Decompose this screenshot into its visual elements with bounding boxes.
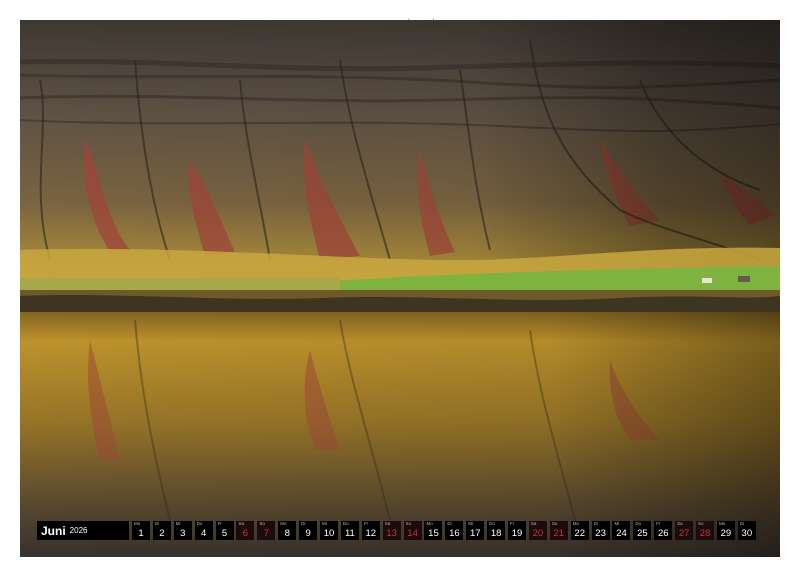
day-number: 30 (741, 527, 753, 539)
weekday-label: Mi (322, 521, 327, 526)
calendar-day: Di 2 (152, 521, 171, 540)
calendar-day: Fr 26 (654, 521, 673, 540)
day-number: 23 (595, 527, 606, 539)
weekday-label: Di (154, 521, 160, 526)
weekday-label: Di (447, 521, 452, 526)
calendar-day: So 14 (403, 521, 422, 540)
calendar-day: So 28 (696, 521, 715, 540)
day-number: 16 (449, 527, 460, 539)
calendar-day: Mo 8 (278, 521, 297, 540)
calendar-day: Fr 12 (361, 521, 380, 540)
calendar-strip: Juni 2026 Mo 1 Di 2 Mi 3 Do 4 Fr 5 Sa 6 So 7 Mo 8 Di 9 Mi 1… (37, 521, 763, 540)
month-year: 2026 (69, 526, 88, 535)
day-number: 20 (532, 527, 544, 539)
day-number: 27 (678, 527, 690, 539)
calendar-day: Mo 1 (132, 521, 150, 540)
day-number: 10 (323, 527, 335, 539)
day-number: 13 (386, 527, 397, 539)
calendar-day: Do 25 (633, 521, 652, 540)
weekday-label: Mo (718, 521, 726, 526)
weekday-label: Fr (656, 521, 661, 526)
weekday-label: Mo (280, 521, 287, 526)
calendar-day: Di 30 (737, 521, 756, 540)
weekday-label: Mo (134, 521, 141, 526)
day-number: 8 (284, 527, 290, 539)
calendar-day: Do 18 (487, 521, 506, 540)
weekday-label: Di (739, 521, 745, 526)
weekday-label: So (259, 521, 265, 526)
day-number: 21 (553, 527, 565, 539)
landscape-image (20, 20, 780, 557)
day-number: 28 (699, 527, 711, 539)
day-number: 5 (221, 527, 228, 539)
day-number: 4 (201, 527, 207, 539)
weekday-label: Mi (614, 521, 620, 526)
calendar-day: Sa 27 (675, 521, 694, 540)
calendar-day: So 21 (549, 521, 568, 540)
weekday-label: Do (489, 521, 495, 526)
calendar-day: Fr 5 (215, 521, 234, 540)
calendar-day: Fr 19 (508, 521, 527, 540)
weekday-label: Sa (677, 521, 683, 526)
calendar-day: Mo 22 (570, 521, 589, 540)
day-number: 17 (469, 527, 481, 539)
calendar-day: So 7 (257, 521, 276, 540)
day-number: 11 (344, 527, 355, 539)
calendar-day: Di 23 (591, 521, 610, 540)
weekday-label: Mo (426, 521, 433, 526)
day-number: 1 (138, 527, 144, 539)
calendar-day: Mi 10 (320, 521, 339, 540)
weekday-label: Do (635, 521, 642, 526)
weekday-label: Sa (384, 521, 391, 526)
weekday-label: Mi (468, 521, 473, 526)
calendar-day: Sa 6 (236, 521, 255, 540)
day-number: 18 (490, 527, 502, 539)
calendar-day: Mo 15 (424, 521, 443, 540)
calendar-day: Sa 20 (528, 521, 547, 540)
day-number: 12 (365, 527, 377, 539)
calendar-day: Do 11 (340, 521, 359, 540)
calendar-photo (20, 20, 780, 557)
weekday-label: Do (342, 521, 349, 526)
day-number: 2 (159, 527, 165, 539)
day-number: 22 (574, 527, 585, 539)
weekday-label: Sa (238, 521, 244, 526)
calendar-day: Do 4 (194, 521, 213, 540)
calendar-day: Mi 17 (466, 521, 485, 540)
weekday-label: Mo (572, 521, 579, 526)
calendar-day: Sa 13 (382, 521, 401, 540)
day-number: 15 (428, 527, 439, 539)
weekday-label: Fr (217, 521, 222, 526)
weekday-label: Sa (530, 521, 537, 526)
day-number: 14 (407, 527, 418, 539)
month-name: Juni (41, 523, 66, 538)
day-number: 29 (720, 527, 732, 539)
weekday-label: Di (301, 521, 306, 526)
weekday-label: Mi (175, 521, 181, 526)
day-number: 26 (657, 527, 669, 539)
weekday-label: So (405, 521, 412, 526)
day-number: 6 (242, 527, 249, 539)
day-number: 9 (305, 527, 311, 539)
day-number: 3 (180, 527, 186, 539)
day-number: 7 (263, 527, 269, 539)
weekday-label: Do (196, 521, 203, 526)
day-number: 25 (637, 527, 648, 539)
weekday-label: Fr (510, 521, 515, 526)
calendar-day: Mi 24 (612, 521, 631, 540)
calendar-day: Mi 3 (173, 521, 192, 540)
weekday-label: So (698, 521, 704, 526)
day-number: 19 (511, 527, 523, 539)
day-number: 24 (616, 527, 627, 539)
calendar-day: Di 16 (445, 521, 464, 540)
weekday-label: Di (593, 521, 598, 526)
weekday-label: Fr (363, 521, 369, 526)
calendar-day: Di 9 (299, 521, 318, 540)
calendar-day: Mo 29 (716, 521, 735, 540)
weekday-label: So (551, 521, 558, 526)
month-label-box: Juni 2026 (37, 521, 129, 540)
